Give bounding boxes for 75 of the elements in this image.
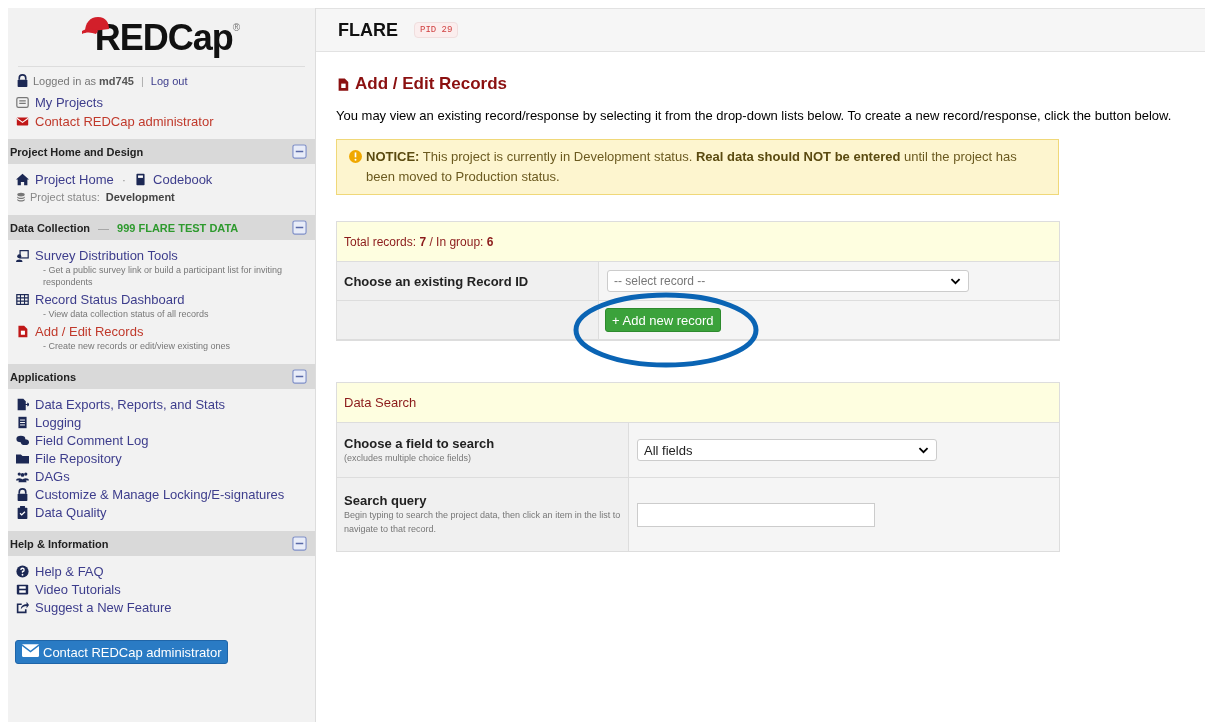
document-icon (336, 76, 350, 92)
contact-button[interactable]: Contact REDCap administrator (15, 640, 229, 664)
sidebar-link[interactable]: DAGs (35, 469, 70, 484)
clipboard-check-icon (16, 506, 29, 519)
link-description: - Get a public survey link or build a participant list for inviting respondents (42, 264, 284, 289)
sidebar-link[interactable]: My Projects (35, 95, 103, 110)
separator: · (121, 172, 127, 187)
sidebar-link[interactable]: Video Tutorials (35, 582, 121, 597)
envelope-icon (16, 115, 29, 128)
section-title: Data Collection (10, 221, 91, 234)
field-note: (excludes multiple choice fields) (344, 451, 473, 465)
intro-text: You may view an existing record/response by selecting it from the drop-down lists below. To create a new record/response, click the button below. (336, 107, 1173, 125)
table-icon (16, 293, 29, 306)
folder-icon (16, 452, 29, 465)
record-count: Total records: 7 / In group: 6 (344, 234, 494, 249)
notebook-icon (16, 416, 29, 429)
comments-icon (16, 434, 29, 447)
screen-person-icon (16, 249, 29, 262)
collapse-icon[interactable] (292, 144, 307, 159)
sidebar-link[interactable]: Codebook (153, 172, 213, 187)
notice-text: NOTICE: This project is currently in Development status. Real data should NOT be entered until the project has been moved to Production status. (366, 148, 1018, 186)
sidebar-link[interactable]: Project Home (35, 172, 114, 187)
sidebar-link[interactable]: Suggest a New Feature (35, 600, 172, 615)
question-icon (16, 565, 29, 578)
sidebar-link[interactable]: Field Comment Log (35, 433, 149, 448)
collapse-icon[interactable] (292, 536, 307, 551)
sidebar-link[interactable]: File Repository (35, 451, 122, 466)
panel-title: Data Search (344, 395, 417, 410)
collapse-icon[interactable] (292, 369, 307, 384)
collapse-icon[interactable] (292, 220, 307, 235)
sidebar-link[interactable]: Customize & Manage Locking/E-signatures (35, 487, 285, 502)
sidebar-link[interactable]: Add / Edit Records (35, 324, 144, 339)
sidebar-link[interactable]: Logging (35, 415, 82, 430)
file-export-icon (16, 398, 29, 411)
field-note: Begin typing to search the project data, then click an item in the list to navigate to that record. (344, 509, 621, 536)
section-title: Help & Information (10, 537, 109, 550)
sidebar-link[interactable]: Contact REDCap administrator (35, 114, 214, 129)
envelope-icon (22, 644, 39, 660)
dash: — (98, 221, 110, 234)
search-input[interactable] (637, 502, 875, 527)
login-status: Logged in as md745 (33, 74, 134, 87)
logout-link[interactable]: Log out (150, 74, 188, 87)
users-icon (16, 470, 29, 483)
film-icon (16, 583, 29, 596)
home-icon (16, 173, 29, 186)
project-id-badge: PID 29 (414, 22, 459, 38)
sidebar-link[interactable]: Survey Distribution Tools (35, 248, 178, 263)
link-description: - View data collection status of all records (42, 308, 210, 321)
share-icon (16, 601, 29, 614)
status-label: Project status: (30, 191, 100, 203)
separator: | (140, 74, 144, 87)
lock-icon (16, 488, 29, 501)
sidebar-link[interactable]: Data Quality (35, 505, 107, 520)
warning-icon (349, 150, 362, 163)
field-select[interactable]: All fields (637, 439, 937, 461)
section-title: Applications (10, 370, 76, 383)
project-title: FLARE (338, 19, 398, 41)
page-title: Add / Edit Records (355, 74, 508, 94)
section-title: Project Home and Design (10, 145, 144, 158)
sidebar-link[interactable]: Record Status Dashboard (35, 292, 185, 307)
field-label: Choose an existing Record ID (344, 273, 530, 289)
lock-icon (16, 74, 29, 87)
field-label: Choose a field to search (344, 435, 496, 451)
field-label: Search query (344, 493, 428, 508)
record-select[interactable]: -- select record -- (607, 270, 969, 292)
sidebar-link[interactable]: Help & FAQ (35, 564, 104, 579)
status-value: Development (105, 191, 175, 203)
redcap-logo: REDCap$^{®}$ (18, 8, 305, 67)
link-description: - Create new records or edit/view existing ones (42, 340, 232, 353)
layers-icon (16, 192, 26, 202)
arm-label: 999 FLARE TEST DATA (117, 221, 239, 234)
sidebar-link[interactable]: Data Exports, Reports, and Stats (35, 397, 226, 412)
list-icon (16, 96, 29, 109)
document-icon (16, 325, 29, 338)
book-icon (134, 173, 148, 186)
